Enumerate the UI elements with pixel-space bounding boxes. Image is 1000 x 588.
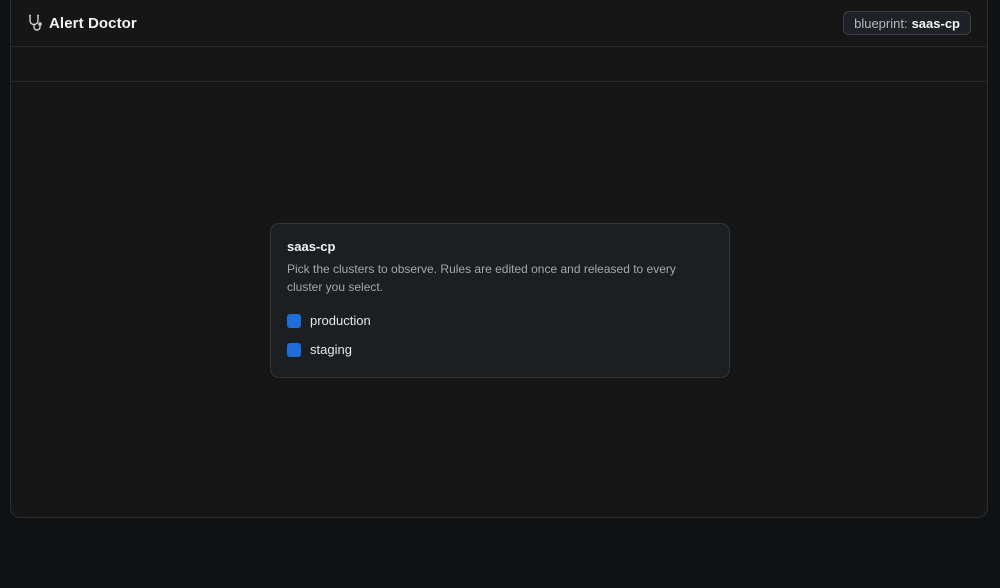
main-content: saas-cp Pick the clusters to observe. Ru… <box>11 82 987 517</box>
cluster-label: production <box>310 313 371 328</box>
app-title: Alert Doctor <box>49 14 137 32</box>
card-description: Pick the clusters to observe. Rules are … <box>287 262 676 294</box>
toolbar <box>11 47 987 82</box>
header: Alert Doctor blueprint: saas-cp <box>11 0 987 47</box>
cluster-item-staging[interactable]: staging <box>287 335 713 364</box>
blueprint-key: blueprint: <box>854 15 908 31</box>
staging-checkbox[interactable] <box>287 342 301 357</box>
cluster-label: staging <box>310 342 352 357</box>
stethoscope-icon <box>26 13 46 33</box>
blueprint-badge[interactable]: blueprint: saas-cp <box>843 11 971 35</box>
production-checkbox[interactable] <box>287 313 301 328</box>
cluster-item-production[interactable]: production <box>287 306 713 335</box>
blueprint-value: saas-cp <box>911 15 960 31</box>
card-title: saas-cp <box>287 239 336 254</box>
app-window: Alert Doctor blueprint: saas-cp saas-cp … <box>10 0 988 518</box>
brand: Alert Doctor <box>26 13 137 33</box>
cluster-list: production staging <box>287 306 713 364</box>
cluster-picker-card: saas-cp Pick the clusters to observe. Ru… <box>270 223 730 378</box>
